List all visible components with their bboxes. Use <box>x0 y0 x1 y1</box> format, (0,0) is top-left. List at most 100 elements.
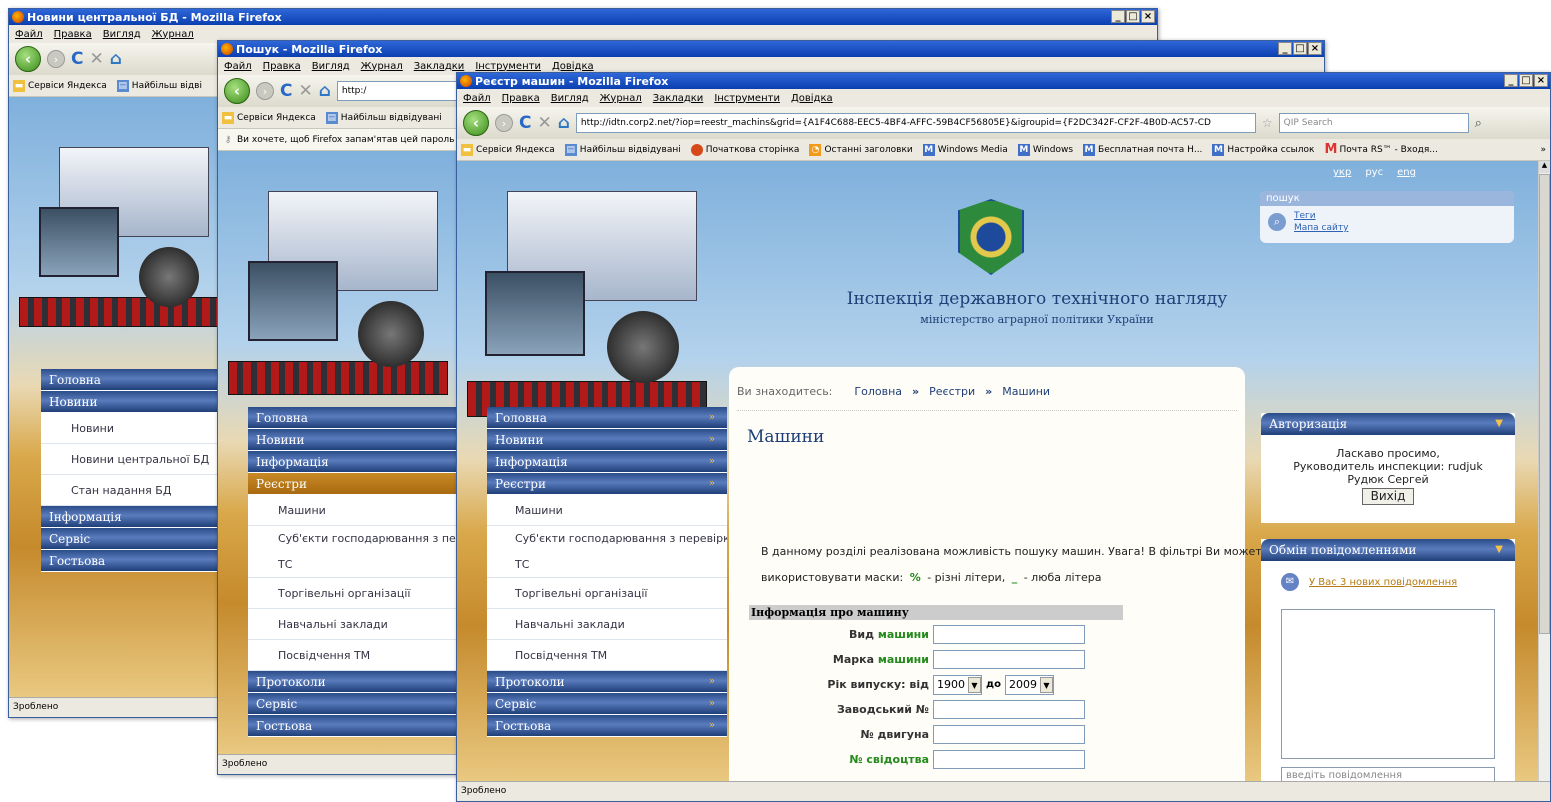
machine-type-input[interactable] <box>933 625 1085 644</box>
sidebar-item-registries[interactable]: Реєстри <box>248 473 458 495</box>
lang-eng[interactable]: eng <box>1397 167 1416 178</box>
sidebar-subitem-machines[interactable]: Машини <box>487 495 727 526</box>
bookmark-yandex[interactable]: ▬ Сервіси Яндекса <box>13 79 107 92</box>
menu-view[interactable]: Вигляд <box>103 29 141 40</box>
bookmark-most-visited[interactable]: ▤ Найбільш відвідувані <box>325 111 442 124</box>
sidebar-subitem-machines[interactable]: Машини <box>248 495 458 526</box>
sidebar-item-info[interactable]: Інформація <box>248 451 458 473</box>
sidebar-item-registries[interactable]: Реєстри» <box>487 473 727 495</box>
menu-edit[interactable]: Правка <box>263 61 301 72</box>
reload-icon[interactable]: C <box>280 81 292 101</box>
maximize-button[interactable]: □ <box>1519 74 1533 87</box>
sidebar-subitem-trade-orgs[interactable]: Торгівельні організації <box>487 578 727 609</box>
sidebar-subitem-entities-ts[interactable]: ТС <box>248 552 458 578</box>
scroll-up-arrow[interactable]: ▲ <box>1539 161 1550 173</box>
sidebar-subitem-central-news[interactable]: Новини центральної БД <box>41 444 221 475</box>
menu-help[interactable]: Довідка <box>791 93 833 104</box>
menu-help[interactable]: Довідка <box>552 61 594 72</box>
title-bar[interactable]: Новини центральної БД - Mozilla Firefox … <box>9 9 1157 25</box>
link-sitemap[interactable]: Мапа сайту <box>1294 222 1348 234</box>
home-icon[interactable]: ⌂ <box>558 113 570 133</box>
reload-icon[interactable]: C <box>71 49 83 69</box>
back-button[interactable]: ‹ <box>224 78 250 104</box>
machine-brand-input[interactable] <box>933 650 1085 669</box>
url-field[interactable]: http://idtn.corp2.net/?iop=reestr_machin… <box>575 113 1256 133</box>
sidebar-item-service[interactable]: Сервіс <box>248 693 458 715</box>
engine-input[interactable] <box>933 725 1085 744</box>
stop-icon[interactable]: ✕ <box>298 81 312 101</box>
home-icon[interactable]: ⌂ <box>319 81 331 101</box>
breadcrumb-registries[interactable]: Реєстри <box>929 385 975 398</box>
sidebar-subitem-db-status[interactable]: Стан надання БД <box>41 475 221 506</box>
menu-tools[interactable]: Інструменти <box>714 93 780 104</box>
messages-panel-header[interactable]: Обмін повідомленнями ▼ <box>1261 539 1515 561</box>
sidebar-item-service[interactable]: Сервіс» <box>487 693 727 715</box>
forward-button[interactable]: › <box>495 114 513 132</box>
bookmark-most-visited[interactable]: ▤ Найбільш відві <box>116 79 202 92</box>
sidebar-item-guestbook[interactable]: Гостьова» <box>487 715 727 737</box>
menu-file[interactable]: Файл <box>15 29 43 40</box>
scroll-thumb[interactable] <box>1539 174 1550 634</box>
sidebar-subitem-news[interactable]: Новини <box>41 413 221 444</box>
menu-history[interactable]: Журнал <box>152 29 194 40</box>
forward-button[interactable]: › <box>47 50 65 68</box>
back-button[interactable]: ‹ <box>15 46 41 72</box>
sidebar-subitem-entities[interactable]: Суб'єкти господарювання з пере <box>248 526 458 552</box>
breadcrumb-machines[interactable]: Машини <box>1002 385 1050 398</box>
sidebar-item-home[interactable]: Головна» <box>487 407 727 429</box>
stop-icon[interactable]: ✕ <box>89 49 103 69</box>
sidebar-item-protocols[interactable]: Протоколи <box>248 671 458 693</box>
sidebar-item-home[interactable]: Головна <box>248 407 458 429</box>
lang-rus[interactable]: рус <box>1365 167 1383 178</box>
link-tags[interactable]: Теги <box>1294 210 1348 222</box>
menu-history[interactable]: Журнал <box>361 61 403 72</box>
close-button[interactable]: × <box>1308 42 1322 55</box>
bookmark-yandex[interactable]: ▬ Сервіси Яндекса <box>222 111 316 124</box>
new-messages-link[interactable]: У Вас 3 нових повідомлення <box>1309 577 1457 588</box>
back-button[interactable]: ‹ <box>463 110 489 136</box>
year-to-select[interactable]: 2009 ▼ <box>1004 674 1054 695</box>
certificate-input[interactable] <box>933 750 1085 769</box>
menu-edit[interactable]: Правка <box>502 93 540 104</box>
serial-input[interactable] <box>933 700 1085 719</box>
sidebar-item-guestbook[interactable]: Гостьова <box>41 550 221 572</box>
forward-button[interactable]: › <box>256 82 274 100</box>
maximize-button[interactable]: □ <box>1293 42 1307 55</box>
sidebar-item-news[interactable]: Новини <box>248 429 458 451</box>
messages-list[interactable] <box>1281 609 1495 759</box>
sidebar-subitem-licenses[interactable]: Посвідчення ТМ <box>487 640 727 671</box>
logout-button[interactable]: Вихід <box>1361 488 1415 505</box>
minimize-button[interactable]: _ <box>1278 42 1292 55</box>
sidebar-subitem-trade-orgs[interactable]: Торгівельні організації <box>248 578 458 609</box>
minimize-button[interactable]: _ <box>1504 74 1518 87</box>
home-icon[interactable]: ⌂ <box>110 49 122 69</box>
breadcrumb-home[interactable]: Головна <box>854 385 902 398</box>
sidebar-item-home[interactable]: Головна <box>41 369 221 391</box>
vertical-scrollbar[interactable]: ▲ <box>1538 161 1550 781</box>
sidebar-subitem-schools[interactable]: Навчальні заклади <box>487 609 727 640</box>
sidebar-item-service[interactable]: Сервіс <box>41 528 221 550</box>
sidebar-subitem-licenses[interactable]: Посвідчення ТМ <box>248 640 458 671</box>
close-button[interactable]: × <box>1534 74 1548 87</box>
bookmark-yandex[interactable]: ▬ Сервіси Яндекса <box>461 143 555 156</box>
sidebar-item-info[interactable]: Інформація <box>41 506 221 528</box>
auth-panel-header[interactable]: Авторизація ▼ <box>1261 413 1515 435</box>
sidebar-subitem-entities[interactable]: Суб'єкти господарювання з перевірки <box>487 526 727 552</box>
sidebar-item-protocols[interactable]: Протоколи» <box>487 671 727 693</box>
sidebar-item-news[interactable]: Новини» <box>487 429 727 451</box>
sidebar-subitem-entities-ts[interactable]: ТС <box>487 552 727 578</box>
year-from-select[interactable]: 1900 ▼ <box>933 674 982 695</box>
maximize-button[interactable]: □ <box>1126 10 1140 23</box>
sidebar-item-news[interactable]: Новини <box>41 391 221 413</box>
menu-history[interactable]: Журнал <box>600 93 642 104</box>
sidebar-subitem-schools[interactable]: Навчальні заклади <box>248 609 458 640</box>
bookmark-start-page[interactable]: Початкова сторінка <box>690 143 799 156</box>
bookmark-windows[interactable]: M Windows <box>1017 143 1073 156</box>
qip-search-field[interactable]: QIP Search <box>1278 113 1469 133</box>
bookmark-link-settings[interactable]: M Настройка ссылок <box>1212 143 1314 156</box>
reload-icon[interactable]: C <box>519 113 531 133</box>
chevron-right-icon[interactable]: » <box>1540 145 1550 155</box>
search-icon[interactable]: ⌕ <box>1268 213 1286 231</box>
sidebar-item-guestbook[interactable]: Гостьова <box>248 715 458 737</box>
menu-file[interactable]: Файл <box>463 93 491 104</box>
